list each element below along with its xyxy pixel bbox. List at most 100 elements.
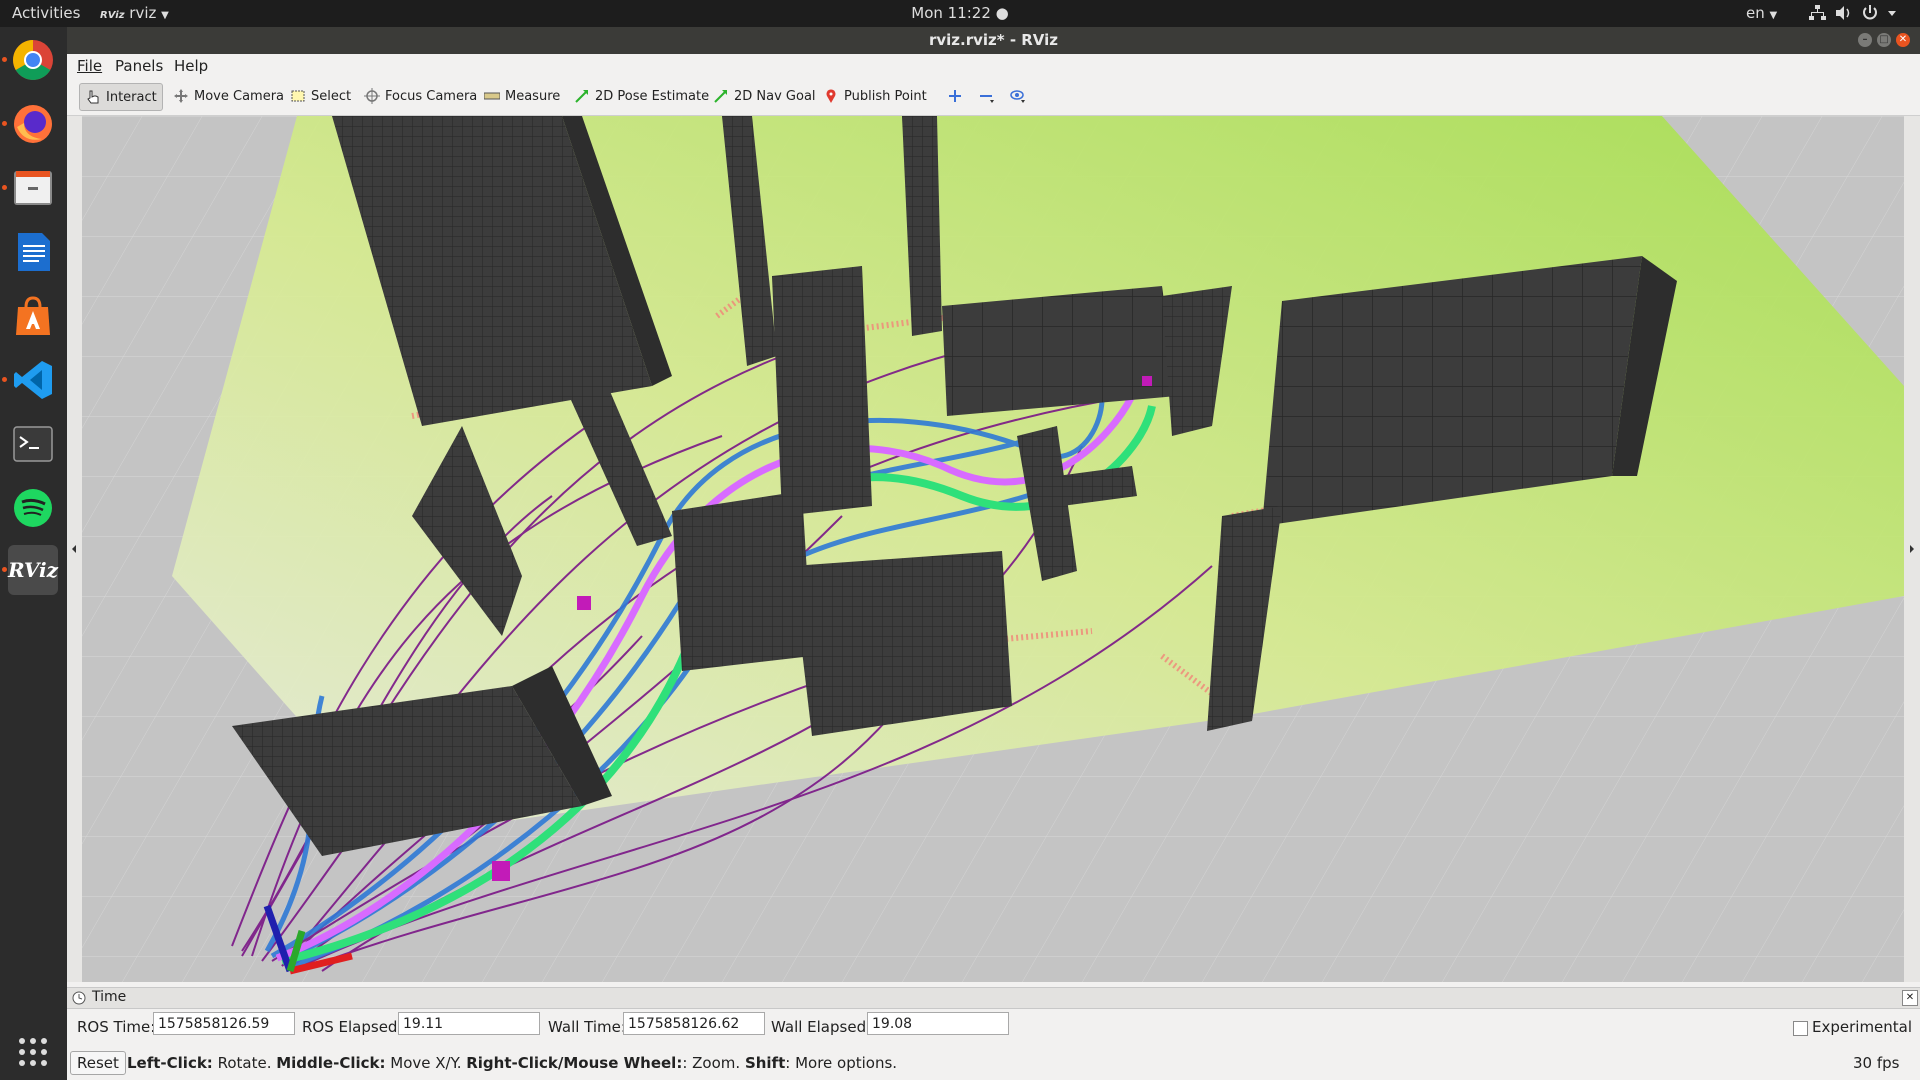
maximize-button[interactable]: □	[1877, 33, 1891, 47]
files-icon	[14, 171, 52, 205]
middle-click-key: Middle-Click:	[276, 1054, 386, 1072]
minus-icon	[980, 95, 994, 103]
clock-icon	[72, 991, 86, 1005]
rviz-window: rviz.rviz* - RViz – □ ✕ File Panels Help…	[67, 27, 1920, 1080]
running-indicator	[2, 567, 7, 572]
application-dock: RViz	[0, 27, 67, 1080]
ros-time-field[interactable]: 1575858126.59	[153, 1012, 295, 1035]
tool-move-camera-label: Move Camera	[194, 88, 285, 104]
menu-help[interactable]: Help	[174, 57, 208, 75]
menu-bar: File Panels Help	[67, 54, 1920, 78]
middle-click-desc: Move X/Y.	[385, 1054, 467, 1072]
tool-interact-label: Interact	[106, 89, 157, 105]
hand-pointer-icon	[87, 90, 99, 104]
window-title: rviz.rviz* - RViz	[928, 31, 1059, 49]
tool-focus-camera-label: Focus Camera	[385, 88, 478, 104]
experimental-checkbox[interactable]	[1793, 1021, 1808, 1036]
tool-bar: Interact Move Camera Select Focus Camera…	[67, 79, 1920, 116]
firefox-icon	[14, 105, 52, 143]
dock-item-rviz[interactable]: RViz	[2, 545, 58, 595]
scene-render	[82, 116, 1904, 982]
system-menu[interactable]	[1808, 4, 1908, 26]
system-top-bar: Activities RViz rviz ▼ Mon 11:22 ● en ▼	[0, 0, 1920, 27]
tool-publish-point-label: Publish Point	[844, 88, 927, 104]
clock[interactable]: Mon 11:22 ●	[0, 4, 1920, 22]
right-dock-collapse[interactable]	[1904, 116, 1920, 982]
remove-tool-button[interactable]	[973, 83, 999, 109]
dock-item-vscode[interactable]	[2, 355, 58, 405]
nav-goal-arrow-icon	[714, 90, 727, 103]
time-panel-header: Time ✕	[67, 987, 1920, 1009]
close-icon: ✕	[1905, 992, 1915, 1003]
vscode-icon	[14, 361, 52, 399]
status-bar: Reset Left-Click: Rotate. Middle-Click: …	[67, 1045, 1920, 1075]
ros-elapsed-label: ROS Elapsed:	[302, 1018, 403, 1036]
minimize-button[interactable]: –	[1858, 33, 1872, 47]
dock-item-firefox[interactable]	[2, 99, 58, 149]
close-panel-button[interactable]: ✕	[1902, 990, 1918, 1006]
window-titlebar[interactable]: rviz.rviz* - RViz – □ ✕	[67, 27, 1920, 54]
reset-button[interactable]: Reset	[70, 1051, 126, 1075]
show-applications-button[interactable]	[8, 1027, 58, 1077]
tool-publish-point[interactable]: Publish Point	[818, 83, 932, 109]
tool-move-camera[interactable]: Move Camera	[168, 83, 289, 109]
selection-box-icon	[291, 90, 305, 102]
power-icon	[1863, 5, 1877, 20]
tool-focus-camera[interactable]: Focus Camera	[359, 83, 482, 109]
language-selector[interactable]: en ▼	[1746, 4, 1777, 22]
system-status-icons	[1809, 5, 1896, 20]
app-grid-icon	[19, 1038, 47, 1066]
chrome-icon	[13, 40, 53, 80]
network-icon	[1809, 5, 1826, 20]
dock-item-spotify[interactable]	[8, 483, 58, 533]
tool-select[interactable]: Select	[285, 83, 356, 109]
tool-measure[interactable]: Measure	[479, 83, 565, 109]
tool-interact[interactable]: Interact	[79, 83, 163, 111]
focus-target-icon	[364, 88, 380, 104]
ros-elapsed-field[interactable]: 19.11	[398, 1012, 540, 1035]
dock-item-software[interactable]	[8, 291, 58, 341]
language-label: en	[1746, 4, 1765, 22]
wall-elapsed-label: Wall Elapsed:	[771, 1018, 872, 1036]
goal-marker	[577, 596, 591, 610]
spotify-icon	[14, 489, 52, 527]
map-pin-icon	[826, 89, 836, 103]
waypoint-marker	[1142, 376, 1152, 386]
status-help-text: Left-Click: Rotate. Middle-Click: Move X…	[127, 1054, 897, 1072]
dock-item-terminal[interactable]	[8, 419, 58, 469]
tool-2d-nav-goal[interactable]: 2D Nav Goal	[708, 83, 821, 109]
menu-panels[interactable]: Panels	[115, 57, 163, 75]
running-indicator	[2, 121, 7, 126]
wall-elapsed-field[interactable]: 19.08	[867, 1012, 1009, 1035]
tool-2d-pose-estimate[interactable]: 2D Pose Estimate	[569, 83, 714, 109]
close-icon: ✕	[1898, 34, 1908, 45]
volume-icon	[1836, 6, 1850, 20]
tool-2d-nav-goal-label: 2D Nav Goal	[734, 88, 816, 104]
left-click-key: Left-Click:	[127, 1054, 213, 1072]
dock-item-writer[interactable]	[8, 227, 58, 277]
left-click-desc: Rotate.	[212, 1054, 277, 1072]
software-icon	[16, 296, 50, 335]
plus-icon	[949, 90, 961, 102]
menu-file[interactable]: File	[77, 57, 102, 75]
3d-render-viewport[interactable]	[82, 116, 1904, 982]
fps-counter: 30 fps	[1853, 1054, 1900, 1072]
chevron-down-icon	[1888, 11, 1896, 16]
chevron-left-icon	[72, 545, 76, 553]
chevron-right-icon	[1910, 545, 1914, 553]
left-dock-collapse[interactable]	[67, 116, 82, 982]
right-click-key: Right-Click/Mouse Wheel:	[466, 1054, 683, 1072]
minimize-icon: –	[1862, 34, 1868, 45]
move-arrows-icon	[174, 89, 188, 103]
visibility-tool-button[interactable]	[1004, 83, 1030, 109]
add-tool-button[interactable]	[942, 83, 968, 109]
dock-item-chrome[interactable]	[2, 35, 58, 85]
wall-time-field[interactable]: 1575858126.62	[623, 1012, 765, 1035]
experimental-label: Experimental	[1812, 1018, 1913, 1036]
ros-time-label: ROS Time:	[77, 1018, 156, 1036]
wall-time-label: Wall Time:	[548, 1018, 626, 1036]
dock-item-files[interactable]	[2, 163, 58, 213]
close-button[interactable]: ✕	[1896, 33, 1910, 47]
maximize-icon: □	[1879, 34, 1889, 45]
tool-2d-pose-estimate-label: 2D Pose Estimate	[595, 88, 710, 104]
